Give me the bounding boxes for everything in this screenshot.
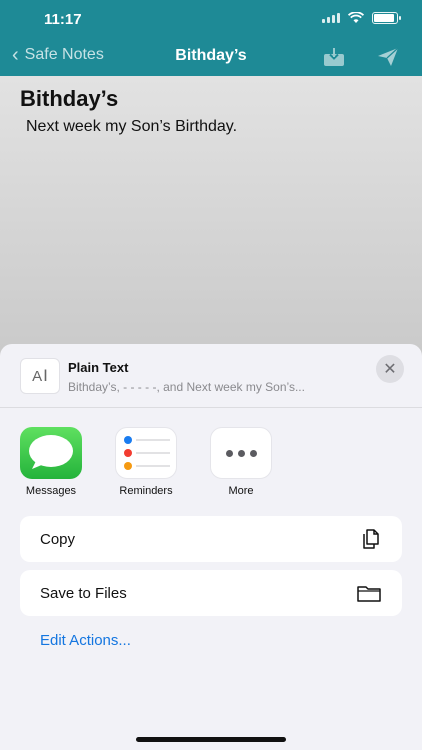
preview-subtitle: Bithday’s, - - - - -, and Next week my S… [68, 380, 305, 394]
back-button[interactable]: ‹ Safe Notes [12, 44, 104, 66]
share-app-more[interactable]: More [206, 427, 276, 497]
action-label: Save to Files [40, 585, 127, 602]
note-body: Next week my Son’s Birthday. [26, 118, 238, 135]
more-icon [210, 427, 272, 479]
thumb-letter: A [32, 367, 43, 385]
paper-plane-icon[interactable] [376, 46, 400, 68]
share-apps-row: Messages Reminders More [0, 427, 422, 507]
download-tray-icon[interactable] [322, 46, 346, 68]
messages-icon [20, 427, 82, 479]
app-label: Messages [25, 485, 77, 497]
reminders-icon [115, 427, 177, 479]
action-label: Copy [40, 531, 76, 548]
app-label: More [228, 485, 254, 497]
share-app-reminders[interactable]: Reminders [111, 427, 181, 497]
note-title: Bithday’s [20, 86, 119, 111]
share-preview: AI Plain Text Bithday’s, - - - - -, and … [0, 344, 422, 408]
share-app-messages[interactable]: Messages [16, 427, 86, 497]
close-icon: ✕ [383, 361, 397, 378]
status-time: 11:17 [44, 11, 82, 28]
app-label: Reminders [119, 485, 173, 497]
copy-action[interactable]: Copy [20, 516, 402, 562]
text-document-icon: AI [20, 358, 60, 394]
close-button[interactable]: ✕ [376, 355, 404, 383]
share-sheet: AI Plain Text Bithday’s, - - - - -, and … [0, 344, 422, 750]
edit-actions-link[interactable]: Edit Actions... [40, 632, 131, 649]
top-bar: 11:17 ‹ Safe Notes Bithday’s [0, 0, 422, 76]
status-icons [322, 12, 401, 24]
back-label: Safe Notes [24, 46, 104, 63]
copy-icon [363, 529, 379, 549]
save-to-files-action[interactable]: Save to Files [20, 570, 402, 616]
note-content: Bithday’s Next week my Son’s Birthday. [0, 76, 422, 376]
navigation-bar: ‹ Safe Notes Bithday’s [0, 40, 422, 74]
wifi-icon [348, 12, 364, 23]
preview-title: Plain Text [68, 360, 129, 375]
battery-icon [372, 12, 401, 24]
cellular-signal-icon [322, 13, 340, 23]
home-indicator [136, 737, 286, 742]
folder-icon [357, 586, 381, 602]
chevron-left-icon: ‹ [12, 44, 19, 66]
